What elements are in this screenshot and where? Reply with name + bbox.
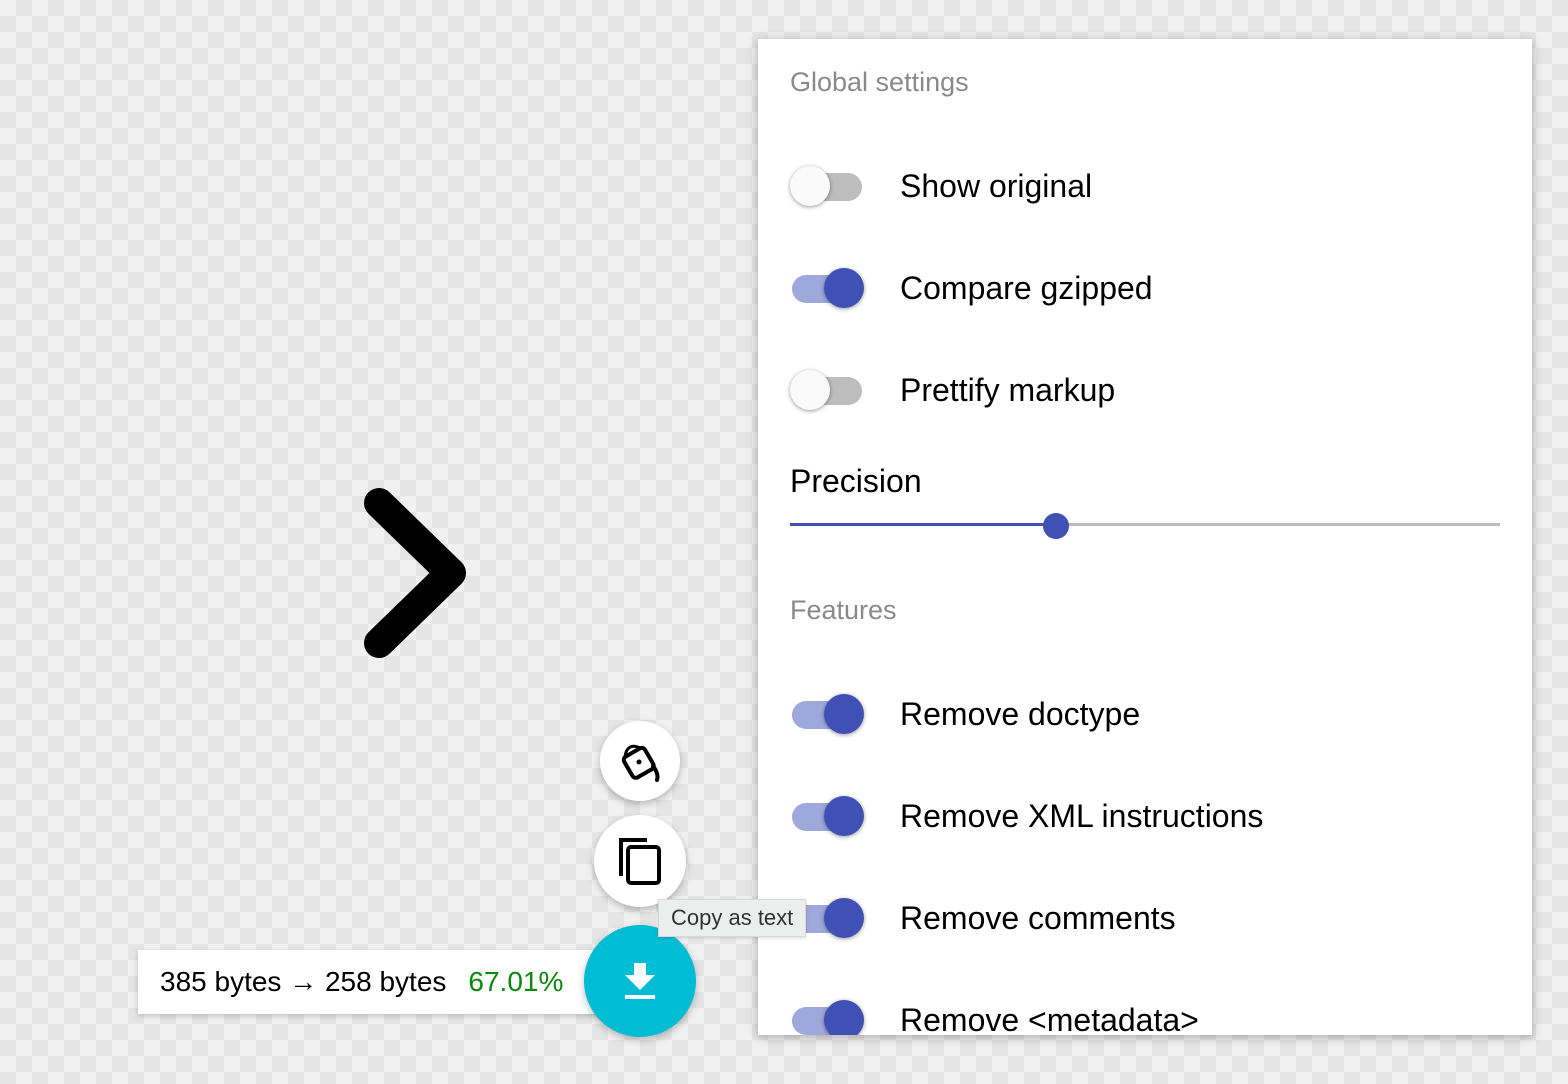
background-toggle-button[interactable]	[600, 721, 680, 801]
toggle-remove-metadata[interactable]: Remove <metadata>	[790, 995, 1199, 1035]
switch[interactable]	[790, 791, 864, 841]
toggle-label: Remove doctype	[900, 695, 1141, 732]
toggle-remove-xml-instructions[interactable]: Remove XML instructions	[790, 791, 1263, 841]
slider-fill	[790, 523, 1057, 526]
switch[interactable]	[790, 995, 864, 1035]
global-settings-heading: Global settings	[790, 67, 969, 97]
switch[interactable]	[790, 365, 864, 415]
settings-panel: Global settings Show original Compare gz…	[758, 39, 1532, 1035]
features-heading: Features	[790, 595, 897, 625]
toggle-remove-comments[interactable]: Remove comments	[790, 893, 1176, 943]
toggle-label: Remove <metadata>	[900, 1001, 1199, 1036]
toggle-label: Show original	[900, 167, 1093, 204]
copy-button[interactable]	[594, 815, 686, 907]
optimized-size: 258 bytes	[324, 966, 447, 997]
toggle-compare-gzipped[interactable]: Compare gzipped	[790, 263, 1153, 313]
switch[interactable]	[790, 161, 864, 211]
copy-tooltip: Copy as text	[658, 899, 807, 937]
toggle-prettify-markup[interactable]: Prettify markup	[790, 365, 1115, 415]
toggle-show-original[interactable]: Show original	[790, 161, 1092, 211]
arrow: →	[289, 966, 318, 997]
switch[interactable]	[790, 689, 864, 739]
paint-bucket-icon	[621, 744, 660, 782]
precision-slider[interactable]	[790, 513, 1500, 539]
toggle-remove-doctype[interactable]: Remove doctype	[790, 689, 1140, 739]
precision-label: Precision	[790, 463, 922, 499]
slider-thumb[interactable]	[1043, 513, 1070, 539]
download-icon	[625, 963, 655, 999]
toggle-label: Remove XML instructions	[900, 797, 1264, 834]
toggle-label: Remove comments	[900, 899, 1176, 936]
switch[interactable]	[790, 263, 864, 313]
original-size: 385 bytes	[160, 966, 282, 997]
toggle-label: Compare gzipped	[900, 269, 1153, 306]
copy-icon	[619, 838, 661, 885]
toggle-label: Prettify markup	[900, 371, 1116, 408]
svg-preview-chevron-right-icon	[355, 485, 475, 665]
size-results: 385 bytes → 258 bytes 67.01%	[138, 950, 608, 1014]
savings-percent: 67.01%	[468, 966, 564, 997]
download-button[interactable]	[584, 925, 696, 1037]
